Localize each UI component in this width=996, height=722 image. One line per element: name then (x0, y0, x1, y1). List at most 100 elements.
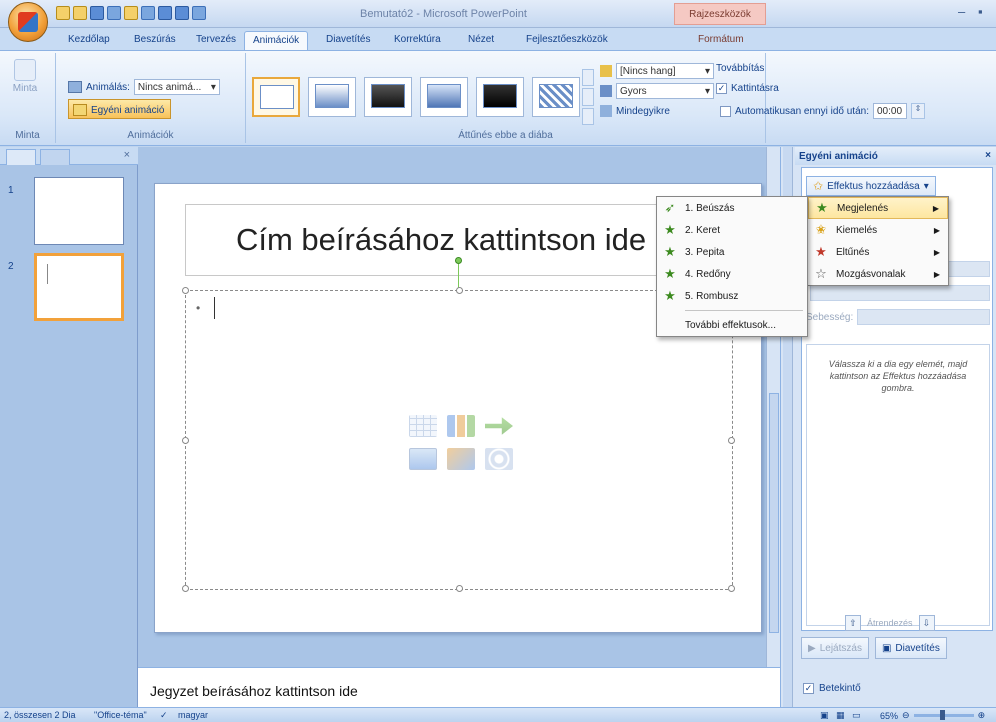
insert-smartart-icon[interactable] (485, 417, 513, 435)
resize-handle[interactable] (182, 585, 189, 592)
notes-pane[interactable]: Jegyzet beírásához kattintson ide (138, 667, 780, 707)
tab-animations[interactable]: Animációk (244, 31, 309, 50)
entrance-star-icon: ★ (816, 200, 828, 215)
transition-cut[interactable] (420, 77, 468, 117)
advance-label: Továbbítás (716, 63, 765, 74)
tab-format[interactable]: Formátum (690, 31, 752, 50)
slide-thumbnail[interactable] (34, 177, 124, 245)
sound-select[interactable]: [Nincs hang] ▾ (616, 63, 714, 79)
tab-slides[interactable] (6, 149, 36, 165)
entrance-item-diamond[interactable]: ★ 5. Rombusz (657, 285, 807, 307)
add-effect-button[interactable]: ✩ Effektus hozzáadása ▾ (806, 176, 936, 196)
entrance-item-box[interactable]: ★ 2. Keret (657, 219, 807, 241)
insert-clipart-icon[interactable] (447, 448, 475, 470)
transition-cut-black[interactable] (476, 77, 524, 117)
transition-fade-black[interactable] (364, 77, 412, 117)
slide-thumbnail-selected[interactable] (34, 253, 124, 321)
on-click-option[interactable]: ✓ Kattintásra (716, 83, 779, 94)
custom-animation-button[interactable]: Egyéni animáció (68, 99, 172, 119)
insert-chart-icon[interactable] (447, 415, 475, 437)
gallery-scroll[interactable] (582, 69, 594, 125)
menu-item-emphasis[interactable]: ✬ Kiemelés ▶ (808, 219, 948, 241)
insert-media-icon[interactable] (485, 448, 513, 470)
autopreview-option[interactable]: ✓ Betekintő (803, 683, 861, 694)
tab-home[interactable]: Kezdőlap (60, 31, 118, 50)
resize-handle[interactable] (728, 437, 735, 444)
spellcheck-icon[interactable]: ✓ (160, 710, 168, 721)
resize-handle[interactable] (456, 287, 463, 294)
tab-slideshow[interactable]: Diavetítés (318, 31, 378, 50)
preview-group-label: Minta (15, 130, 40, 141)
pane-close-icon[interactable]: × (124, 149, 130, 161)
folder-icon[interactable] (124, 6, 138, 20)
zoom-control: 65% ⊖ ⊕ (880, 710, 985, 721)
menu-item-entrance[interactable]: ★ Megjelenés ▶ (808, 197, 948, 219)
slideshow-view-icon[interactable]: ▭ (852, 710, 861, 721)
play-button[interactable]: ▶ Lejátszás (801, 637, 869, 659)
entrance-item-blinds[interactable]: ★ 4. Redőny (657, 263, 807, 285)
on-click-checkbox[interactable]: ✓ (716, 83, 727, 94)
resize-handle[interactable] (456, 585, 463, 592)
resize-handle[interactable] (182, 287, 189, 294)
transition-none[interactable] (252, 77, 300, 117)
tab-review[interactable]: Korrektúra (386, 31, 449, 50)
print-icon[interactable] (107, 6, 121, 20)
menu-item-motion-paths[interactable]: ☆ Mozgásvonalak ▶ (808, 263, 948, 285)
insert-table-icon[interactable] (409, 415, 437, 437)
undo-icon[interactable] (158, 6, 172, 20)
animation-select[interactable]: Nincs animá... ▾ (133, 79, 220, 95)
move-down-icon[interactable]: ⇩ (918, 615, 935, 631)
transition-thumb (315, 84, 349, 108)
emphasis-star-icon: ✬ (815, 222, 827, 237)
close-icon[interactable]: × (985, 150, 991, 161)
open-icon[interactable] (73, 6, 87, 20)
transition-dissolve[interactable] (532, 77, 580, 117)
more-icon[interactable] (582, 107, 594, 125)
new-icon[interactable] (56, 6, 70, 20)
more-effects-item[interactable]: További effektusok... (657, 314, 807, 336)
normal-view-icon[interactable]: ▣ (820, 710, 829, 721)
sorter-view-icon[interactable]: ▦ (836, 710, 845, 721)
resize-handle[interactable] (182, 437, 189, 444)
title-placeholder[interactable]: Cím beírásához kattintson ide (185, 204, 695, 276)
minimize-button[interactable]: – (958, 4, 965, 19)
preview-icon[interactable] (141, 6, 155, 20)
speed-select[interactable]: Gyors ▾ (616, 83, 714, 99)
scroll-up-icon[interactable] (582, 69, 594, 87)
resize-handle[interactable] (728, 585, 735, 592)
autopreview-checkbox[interactable]: ✓ (803, 683, 814, 694)
content-placeholder[interactable]: • (182, 287, 735, 592)
preview-button[interactable]: Minta (10, 59, 40, 105)
slideshow-icon[interactable] (192, 6, 206, 20)
tab-design[interactable]: Tervezés (188, 31, 244, 50)
slideshow-button[interactable]: ▣ Diavetítés (874, 637, 947, 659)
entrance-item-checkerboard[interactable]: ★ 3. Pepita (657, 241, 807, 263)
entrance-item-fly-in[interactable]: ➶ 1. Beúszás (657, 197, 807, 219)
tab-view[interactable]: Nézet (460, 31, 502, 50)
scroll-down-icon[interactable] (582, 88, 594, 106)
redo-icon[interactable] (175, 6, 189, 20)
scroll-thumb[interactable] (769, 393, 779, 633)
close-window-button[interactable]: ▪ (978, 4, 983, 19)
time-spinner-icon[interactable]: ⇕ (910, 103, 925, 119)
zoom-out-icon[interactable]: ⊖ (902, 710, 910, 721)
menu-item-exit[interactable]: ★ Eltűnés ▶ (808, 241, 948, 263)
tab-developer[interactable]: Fejlesztőeszközök (518, 31, 616, 50)
tab-insert[interactable]: Beszúrás (126, 31, 184, 50)
tab-outline[interactable] (40, 149, 70, 165)
menu-item-label: Mozgásvonalak (836, 268, 906, 280)
insert-picture-icon[interactable] (409, 448, 437, 470)
slide-number: 2 (8, 261, 14, 272)
rotation-handle[interactable] (455, 257, 462, 264)
office-button[interactable] (8, 2, 48, 42)
auto-time-input[interactable]: 00:00 (872, 103, 907, 119)
move-up-icon[interactable]: ⇧ (845, 615, 861, 631)
zoom-slider[interactable] (913, 710, 974, 720)
zoom-knob[interactable] (939, 710, 945, 720)
auto-after-option[interactable]: Automatikusan ennyi idő után: 00:00 ⇕ (720, 103, 925, 119)
apply-all-button[interactable]: Mindegyikre (600, 105, 670, 117)
transition-fade[interactable] (308, 77, 356, 117)
save-icon[interactable] (90, 6, 104, 20)
auto-after-checkbox[interactable] (720, 105, 731, 117)
zoom-in-icon[interactable]: ⊕ (978, 710, 986, 721)
